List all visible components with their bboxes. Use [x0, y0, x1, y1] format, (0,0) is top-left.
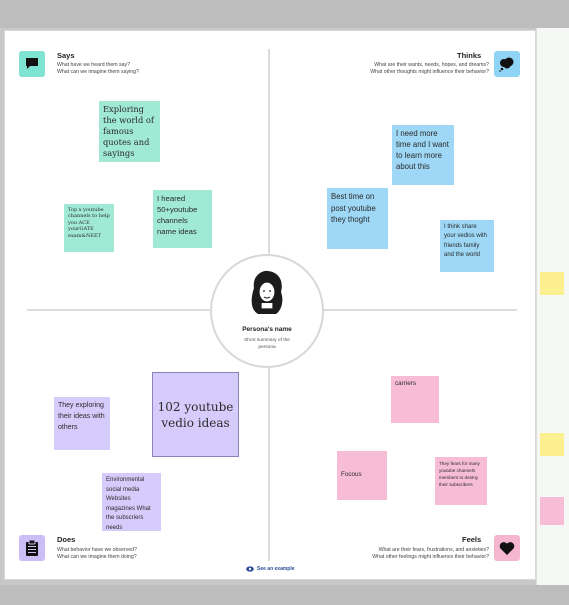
side-sticky-note[interactable]	[540, 433, 564, 456]
sticky-note[interactable]: carriers	[391, 376, 439, 423]
heart-icon	[494, 535, 520, 561]
sticky-note[interactable]: Focous	[337, 451, 387, 500]
persona-summary[interactable]: Short summary of the persona	[237, 338, 297, 351]
says-prompt-1: What have we heard them say?	[57, 62, 130, 68]
feels-prompt-1: What are their fears, frustrations, and …	[378, 547, 489, 553]
sticky-note[interactable]: I heared 50+youtube channels name ideas	[153, 190, 212, 248]
thinks-title: Thinks	[457, 51, 482, 60]
feels-title: Feels	[462, 535, 482, 544]
speech-bubble-icon	[19, 51, 45, 77]
feels-prompt-2: What other feelings might influence thei…	[372, 554, 489, 560]
sticky-note[interactable]: I need more time and I want to learn mor…	[392, 125, 454, 185]
sticky-note[interactable]: They fears for many youtube channels mem…	[435, 457, 487, 505]
does-prompt-2: What can we imagine them doing?	[57, 554, 137, 560]
sticky-note[interactable]: Best time on post youtube they thoght	[327, 188, 388, 249]
thinks-prompt-2: What other thoughts might influence thei…	[370, 69, 489, 75]
does-prompt-1: What behavior have we observed?	[57, 547, 137, 553]
see-example-button[interactable]: See an example	[241, 563, 300, 575]
side-sticky-note[interactable]	[540, 272, 564, 295]
sticky-note[interactable]: Environmental social media Websites maga…	[102, 473, 161, 531]
eye-icon	[246, 566, 254, 572]
sticky-note[interactable]: Top x youtube channels to help you ACE y…	[64, 204, 114, 252]
persona-card[interactable]: Persona's name Short summary of the pers…	[210, 254, 324, 368]
says-prompt-2: What can we imagine them saying?	[57, 69, 139, 75]
says-title: Says	[57, 51, 75, 60]
side-sticky-note[interactable]	[540, 497, 564, 525]
bottom-bar	[0, 585, 569, 605]
see-example-label: See an example	[257, 566, 295, 572]
sticky-note[interactable]: 102 youtube vedio ideas	[152, 372, 239, 457]
sticky-note[interactable]: I think share your vedios with friends f…	[440, 220, 494, 272]
sticky-note[interactable]: Exploring the world of famous quotes and…	[99, 101, 160, 162]
thinks-prompt-1: What are their wants, needs, hopes, and …	[374, 62, 489, 68]
persona-name[interactable]: Persona's name	[212, 326, 322, 333]
thought-cloud-icon	[494, 51, 520, 77]
top-toolbar	[0, 0, 569, 28]
person-avatar-icon	[248, 270, 286, 321]
empathy-map-board[interactable]: Says What have we heard them say? What c…	[4, 30, 536, 580]
clipboard-icon	[19, 535, 45, 561]
sticky-note[interactable]: They exploring their ideas with others	[54, 397, 110, 450]
does-title: Does	[57, 535, 76, 544]
